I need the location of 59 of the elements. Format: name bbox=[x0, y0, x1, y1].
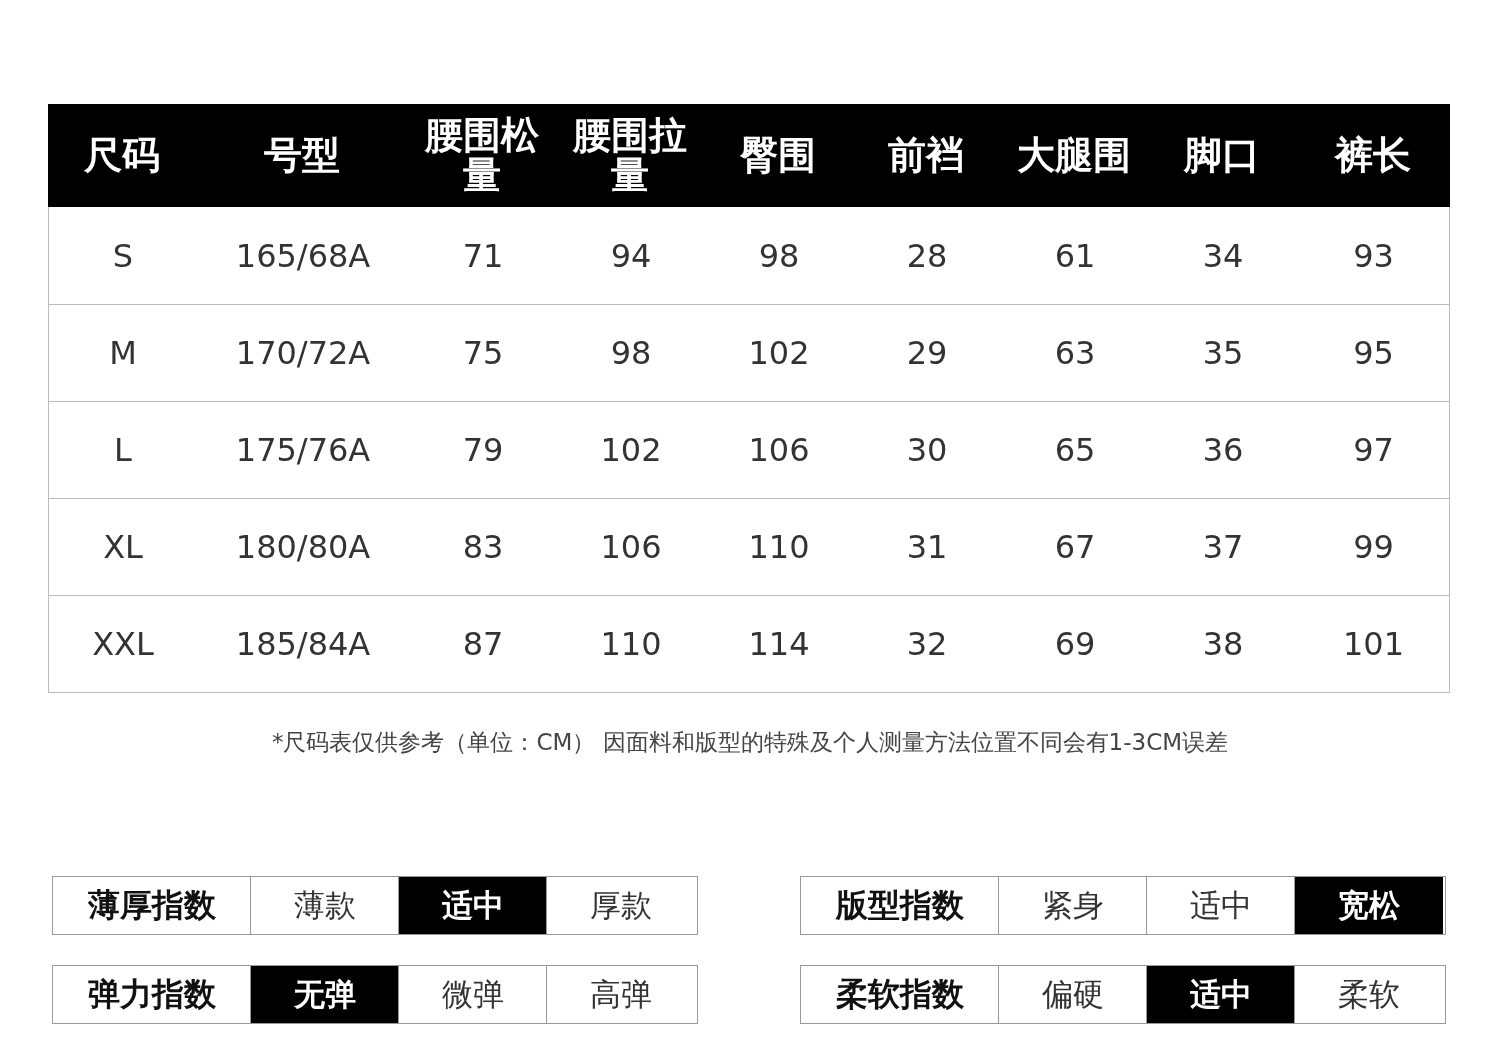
table-cell-text: XL bbox=[102, 527, 144, 568]
table-cell-text: 87 bbox=[461, 624, 505, 665]
table-cell-text: XXL bbox=[91, 624, 155, 665]
table-cell-text: 97 bbox=[1352, 430, 1395, 471]
column-header: 腰围拉量 bbox=[571, 111, 688, 199]
table-cell-text: 69 bbox=[1053, 624, 1097, 665]
table-cell-text: 63 bbox=[1053, 333, 1097, 374]
table-cell-text: 98 bbox=[757, 235, 801, 277]
column-header: 大腿围 bbox=[1016, 131, 1132, 179]
table-cell-text: 61 bbox=[1053, 235, 1097, 277]
table-cell-text: S bbox=[111, 235, 135, 277]
table-cell-text: 37 bbox=[1201, 527, 1245, 568]
table-cell-text: 71 bbox=[461, 235, 505, 277]
table-cell-text: 67 bbox=[1053, 527, 1097, 568]
table-cell-text: 94 bbox=[609, 235, 653, 277]
table-cell-text: 106 bbox=[599, 527, 663, 568]
table-cell-text: 185/84A bbox=[234, 624, 372, 665]
index-option: 适中 bbox=[1147, 966, 1295, 1023]
table-cell-text: 93 bbox=[1352, 235, 1395, 277]
table-cell-text: 65 bbox=[1053, 430, 1097, 471]
table-cell-text: 31 bbox=[905, 527, 949, 568]
column-header: 尺码 bbox=[83, 131, 161, 179]
table-cell-text: 175/76A bbox=[234, 430, 372, 471]
table-cell-text: 165/68A bbox=[234, 235, 372, 277]
column-header: 号型 bbox=[263, 131, 341, 179]
table-cell-text: 110 bbox=[599, 624, 663, 665]
column-header: 裤长 bbox=[1333, 131, 1412, 179]
table-cell-text: 75 bbox=[461, 333, 505, 374]
table-cell-text: 29 bbox=[905, 333, 949, 374]
table-cell-text: 38 bbox=[1201, 624, 1245, 665]
table-cell-text: 34 bbox=[1201, 235, 1245, 277]
index-option: 宽松 bbox=[1295, 877, 1443, 934]
table-cell-text: 32 bbox=[905, 624, 949, 665]
table-cell-text: 99 bbox=[1352, 527, 1395, 568]
table-cell-text: 106 bbox=[747, 430, 811, 471]
table-cell-text: 102 bbox=[599, 430, 663, 471]
column-header: 脚口 bbox=[1182, 131, 1261, 179]
table-cell-text: L bbox=[113, 430, 133, 471]
table-cell-text: 83 bbox=[461, 527, 505, 568]
table-cell-text: 30 bbox=[905, 430, 949, 471]
table-cell-text: 35 bbox=[1201, 333, 1245, 374]
table-cell-text: 110 bbox=[747, 527, 811, 568]
size-note: *尺码表仅供参考（单位：CM） 因面料和版型的特殊及个人测量方法位置不同会有1-3CM误差 bbox=[270, 728, 1230, 757]
table-cell-text: 114 bbox=[747, 624, 811, 665]
column-header: 臀围 bbox=[739, 131, 817, 179]
table-cell-text: 36 bbox=[1201, 430, 1245, 471]
column-header: 腰围松量 bbox=[423, 111, 540, 199]
table-cell-text: 101 bbox=[1341, 624, 1406, 665]
table-cell-text: 170/72A bbox=[234, 333, 372, 374]
table-cell-text: 102 bbox=[747, 333, 811, 374]
column-header: 前裆 bbox=[887, 131, 965, 179]
index-option: 适中 bbox=[399, 877, 547, 934]
table-cell-text: 79 bbox=[461, 430, 505, 471]
table-cell-text: 98 bbox=[609, 333, 653, 374]
table-cell-text: 28 bbox=[905, 235, 949, 277]
table-cell-text: 95 bbox=[1352, 333, 1395, 374]
table-cell-text: 180/80A bbox=[234, 527, 372, 568]
index-option: 无弹 bbox=[251, 966, 399, 1023]
table-cell-text: M bbox=[108, 333, 138, 374]
